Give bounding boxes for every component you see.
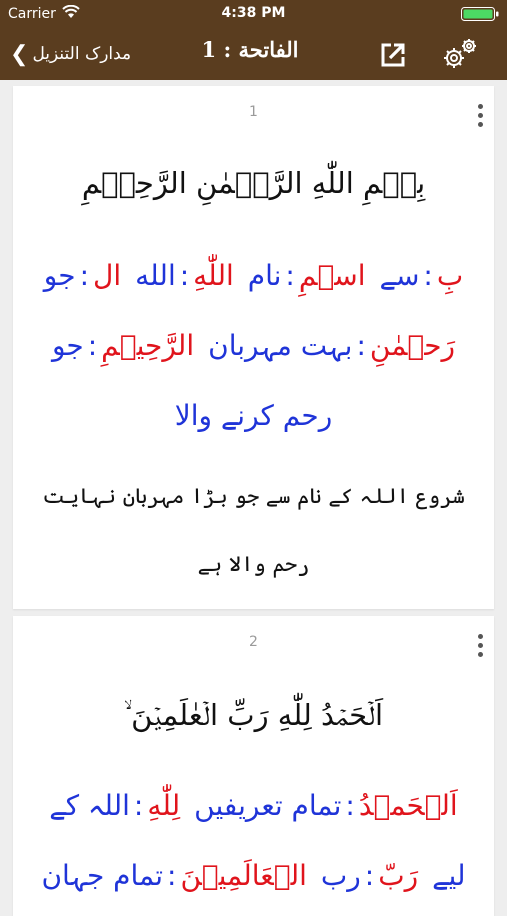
urdu-meaning: رب (320, 859, 361, 892)
verse-card: 1 بِسۡمِ اللّٰهِ الرَّحۡمٰنِ الرَّحِيۡمِ… (13, 86, 494, 609)
page-title: الفاتحة : 1 (201, 37, 299, 62)
urdu-meaning: لیے (432, 859, 466, 892)
word-by-word-line: رحم کرنے والا (31, 402, 476, 430)
arabic-word: ال (93, 259, 122, 292)
urdu-meaning: اللہ کے (49, 789, 130, 822)
word-by-word-line: رَحۡمٰنِ:بہت مہربانالرَّحِيۡمِ:جو (51, 329, 456, 362)
arabic-word: اسۡمِ (298, 259, 366, 292)
arabic-word: رَحۡمٰنِ (369, 329, 456, 362)
word-by-word-line: لیےرَبّ:ربالۡعَالَمِيۡنَ:تمام جہان (41, 859, 466, 892)
share-icon[interactable] (378, 40, 408, 70)
status-bar: Carrier 4:38 PM (0, 0, 507, 28)
verse-number: 1 (249, 104, 258, 120)
clock: 4:38 PM (221, 5, 286, 21)
chevron-left-icon: ❮ (10, 41, 29, 67)
more-vertical-icon[interactable] (472, 634, 488, 664)
urdu-meaning: الله (135, 259, 176, 292)
urdu-meaning: رحم کرنے والا (174, 399, 333, 432)
gear-icon[interactable] (440, 36, 480, 72)
arabic-word: رَبّ (378, 859, 419, 892)
verse-number: 2 (249, 634, 258, 650)
battery-icon (461, 7, 499, 21)
back-label: مدارک التنزیل (32, 44, 132, 64)
word-by-word-line: اَلۡحَمۡدُ:تمام تعریفیںلِلّٰهِ:اللہ کے (49, 789, 458, 822)
urdu-meaning: جو (43, 259, 76, 292)
urdu-meaning: بہت مہربان (208, 329, 353, 362)
back-button[interactable]: ❮ مدارک التنزیل (10, 38, 131, 70)
arabic-word: الرَّحِيۡمِ (101, 329, 195, 362)
urdu-meaning: تمام جہان (41, 859, 164, 892)
urdu-meaning: تمام تعریفیں (194, 789, 342, 822)
urdu-meaning: نام (247, 259, 282, 292)
word-by-word-line: بِ:سےاسۡمِ:ناماللّٰهِ:اللهال:جو (43, 259, 464, 292)
urdu-meaning: جو (51, 329, 84, 362)
verse-card: 2 اَلۡحَمۡدُ لِلّٰهِ رَبِّ الۡعٰلَمِيۡنَ… (13, 616, 494, 916)
arabic-word: اَلۡحَمۡدُ (358, 789, 458, 822)
arabic-word: الۡعَالَمِيۡنَ (180, 859, 307, 892)
more-vertical-icon[interactable] (472, 104, 488, 134)
arabic-verse-text: بِسۡمِ اللّٰهِ الرَّحۡمٰنِ الرَّحِيۡمِ (81, 166, 426, 200)
urdu-meaning: سے (379, 259, 420, 292)
arabic-word: لِلّٰهِ (147, 789, 181, 822)
arabic-word: بِ (436, 259, 464, 292)
arabic-word: اللّٰهِ (193, 259, 234, 292)
navigation-bar: ❮ مدارک التنزیل الفاتحة : 1 (0, 28, 507, 80)
urdu-translation: شروع اللہ کے نام سے جو بڑا مہربان نہایت … (42, 484, 465, 576)
arabic-verse-text: اَلۡحَمۡدُ لِلّٰهِ رَبِّ الۡعٰلَمِيۡنَ ۙ (123, 698, 384, 732)
